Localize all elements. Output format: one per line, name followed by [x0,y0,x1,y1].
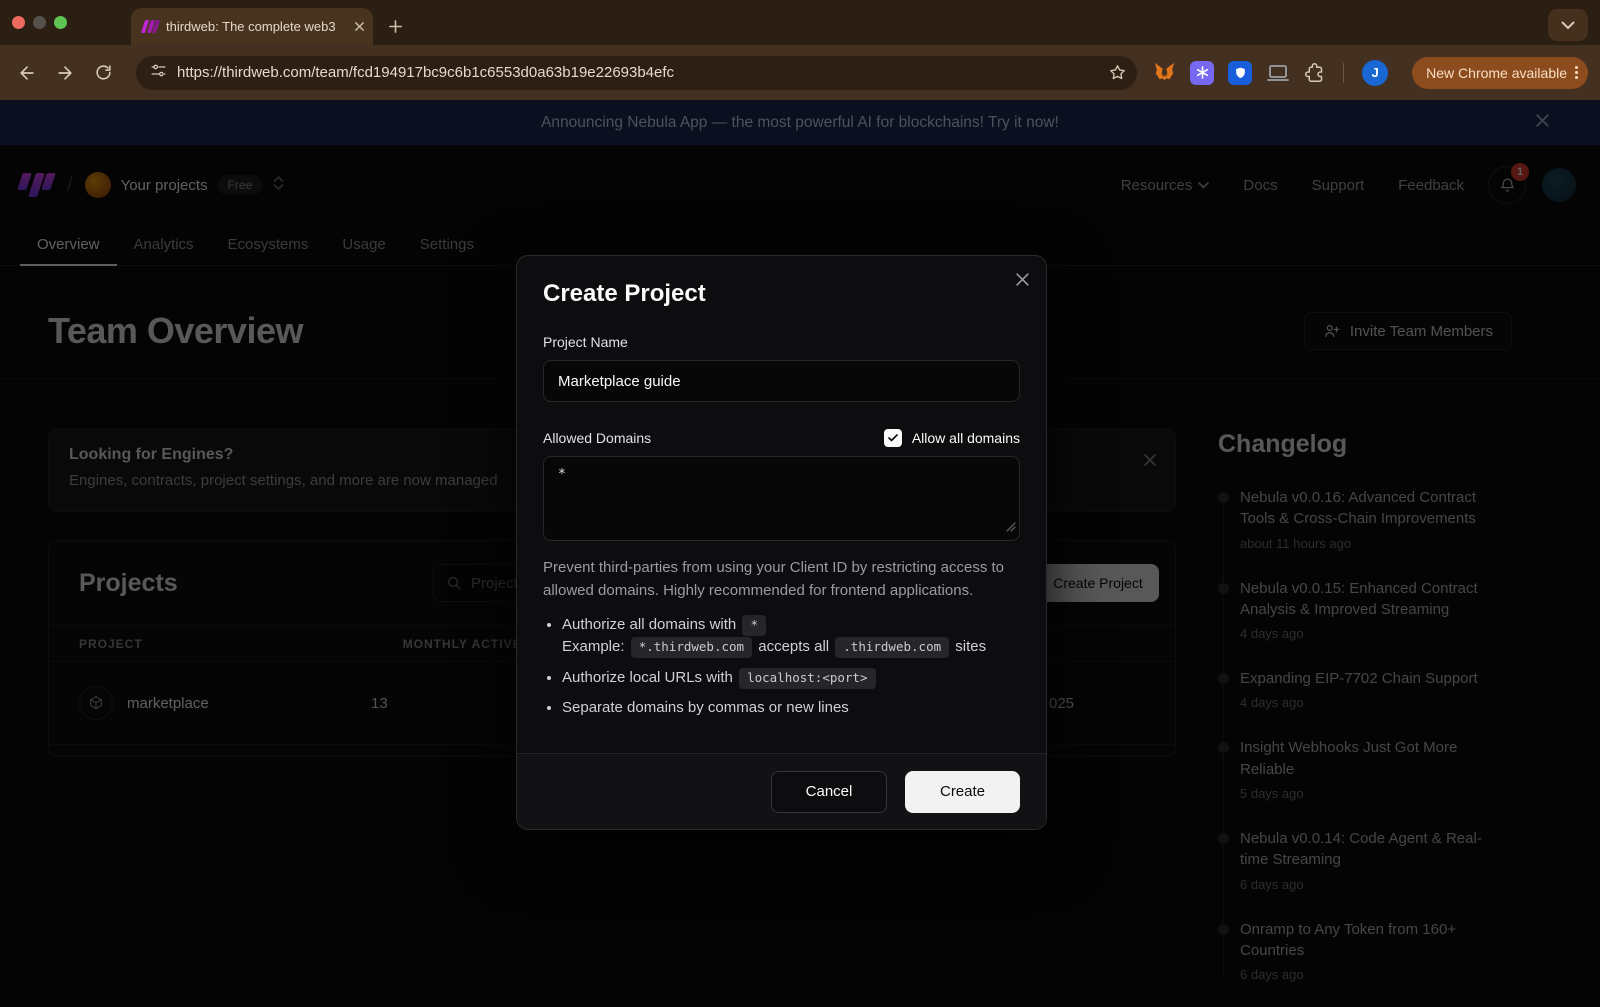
localhost-chip: localhost:<port> [739,668,875,689]
metamask-extension-icon[interactable] [1153,61,1176,84]
allow-all-domains-label: Allow all domains [912,430,1020,446]
allowed-domains-textarea[interactable]: * [543,456,1020,541]
wildcard-chip: * [742,615,766,636]
modal-title: Create Project [543,280,1020,308]
close-window-button[interactable] [12,16,25,29]
reload-icon[interactable] [86,56,120,90]
forward-icon[interactable] [48,56,82,90]
new-tab-button[interactable] [381,12,409,40]
extensions-puzzle-icon[interactable] [1304,62,1325,83]
domains-rules-list: Authorize all domains with * Example: *.… [543,614,1020,720]
checkbox-checked-icon[interactable] [884,429,902,447]
tab-title: thirdweb: The complete web3 [166,19,346,34]
zoom-window-button[interactable] [54,16,67,29]
rule-all-domains: Authorize all domains with * Example: *.… [562,614,1020,659]
shield-extension-icon[interactable] [1228,61,1252,85]
browser-profile-avatar[interactable]: J [1362,60,1388,86]
modal-footer: Cancel Create [517,753,1046,829]
rule-local-urls: Authorize local URLs with localhost:<por… [562,667,1020,690]
cancel-button[interactable]: Cancel [771,771,887,813]
resize-handle-icon[interactable] [1006,519,1016,537]
laptop-extension-icon[interactable] [1266,63,1290,83]
project-name-label: Project Name [543,334,1020,350]
bookmark-star-icon[interactable] [1108,63,1127,82]
snowflake-extension-icon[interactable] [1190,61,1214,85]
allowed-domains-label: Allowed Domains [543,430,651,446]
browser-tab-strip: thirdweb: The complete web3 [0,0,1600,45]
minimize-window-button[interactable] [33,16,46,29]
thirdweb-page: Announcing Nebula App — the most powerfu… [0,100,1600,1007]
modal-close-icon[interactable] [1015,272,1030,287]
rule-separators: Separate domains by commas or new lines [562,697,1020,720]
window-controls [0,0,81,45]
screen: thirdweb: The complete web3 https://thir… [0,0,1600,1007]
site-settings-icon[interactable] [150,62,167,84]
tab-close-icon[interactable] [354,21,365,32]
domains-help-text: Prevent third-parties from using your Cl… [543,556,1020,603]
url-text: https://thirdweb.com/team/fcd194917bc9c6… [177,64,1108,81]
browser-toolbar: https://thirdweb.com/team/fcd194917bc9c6… [0,45,1600,100]
accepted-domain-chip: .thirdweb.com [835,637,949,658]
tab-search-chevron-icon[interactable] [1548,9,1588,41]
browser-menu-icon[interactable] [1575,66,1578,79]
chrome-update-label: New Chrome available [1426,65,1567,81]
project-name-input[interactable] [543,360,1020,402]
example-domain-chip: *.thirdweb.com [631,637,752,658]
toolbar-divider [1343,63,1344,83]
back-icon[interactable] [10,56,44,90]
thirdweb-favicon [143,20,158,33]
chrome-update-button[interactable]: New Chrome available [1412,57,1588,89]
extensions-row: J New Chrome available [1153,57,1588,89]
create-button[interactable]: Create [905,771,1020,813]
allow-all-domains-checkbox[interactable]: Allow all domains [884,429,1020,447]
create-project-modal: Create Project Project Name Allowed Doma… [516,255,1047,830]
browser-tab[interactable]: thirdweb: The complete web3 [131,8,373,45]
url-bar[interactable]: https://thirdweb.com/team/fcd194917bc9c6… [136,56,1137,90]
